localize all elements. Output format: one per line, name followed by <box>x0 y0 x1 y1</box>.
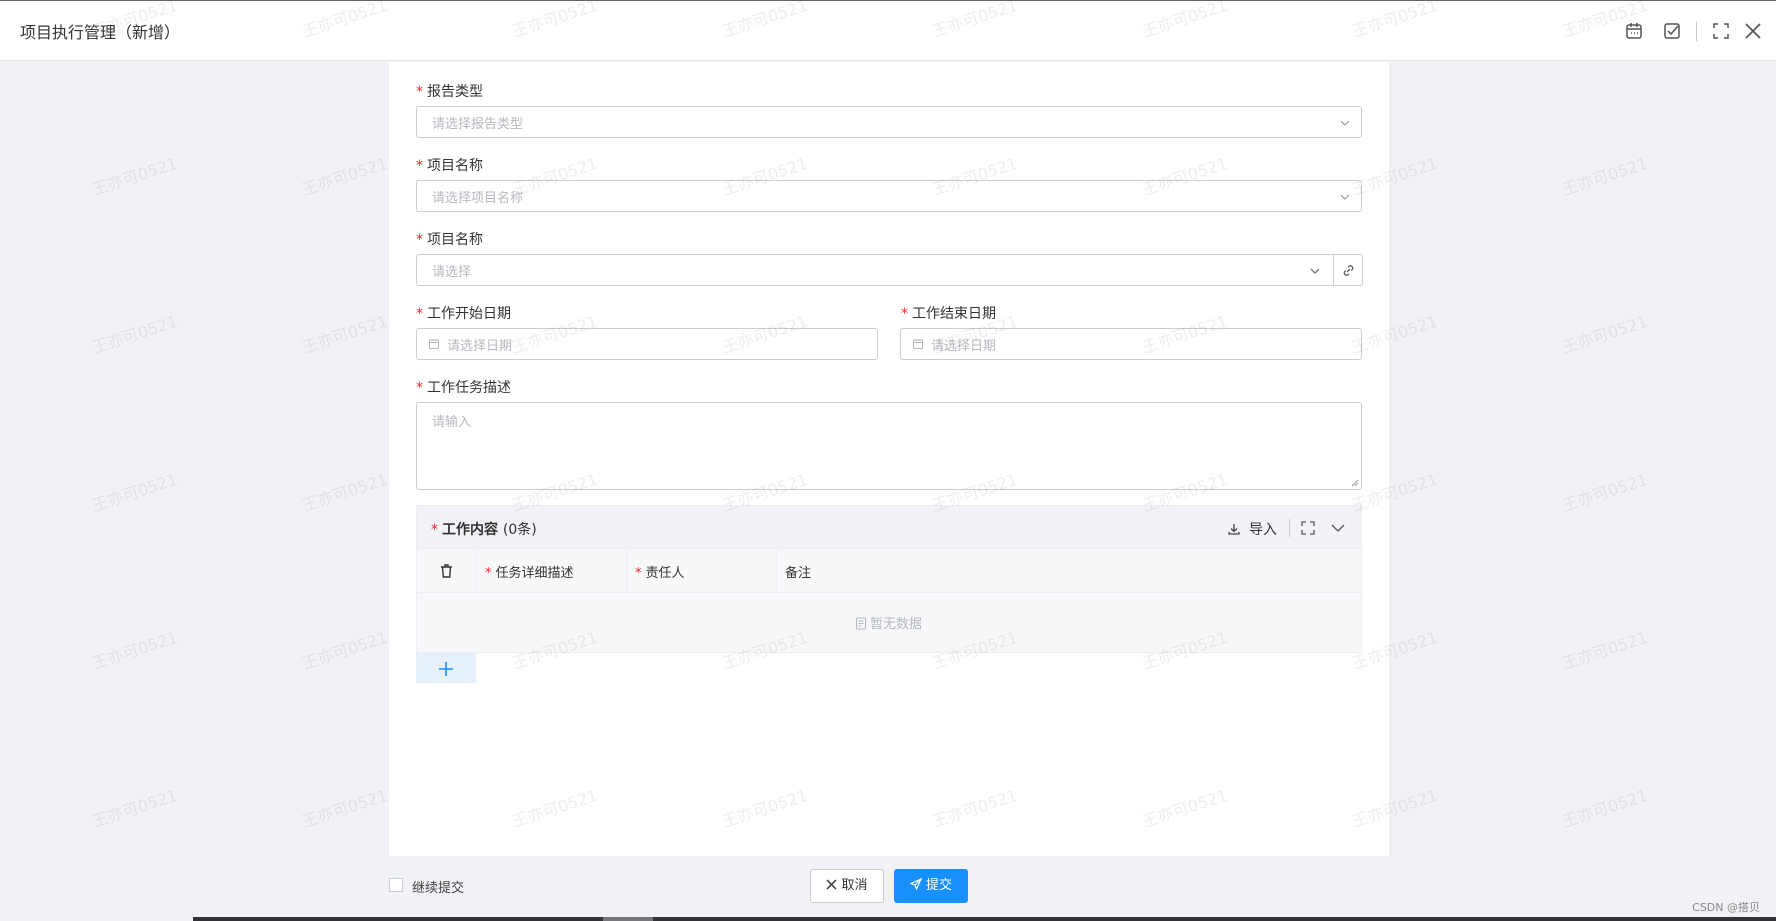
watermark-text: 王亦可0521 <box>299 469 390 516</box>
subtable-header: * 工作内容 (0条) 导入 <box>416 505 1362 549</box>
credit-text: CSDN @搭贝 <box>1692 901 1760 914</box>
form-panel: * 报告类型 请选择报告类型 * 项目名称 请选择项目名称 * 项目名称 请选择 * 工… <box>389 62 1389 856</box>
submit-button[interactable]: 提交 <box>894 869 968 903</box>
start-date-placeholder: 请选择日期 <box>447 339 513 354</box>
subtable-title: * 工作内容 (0条) <box>431 522 537 538</box>
plus-icon <box>439 662 453 676</box>
link-icon <box>1343 265 1354 276</box>
calendar-icon[interactable] <box>1622 19 1646 43</box>
chevron-down-icon <box>1310 268 1320 274</box>
close-icon <box>826 879 837 890</box>
project-name-label: * 项目名称 <box>416 158 483 174</box>
send-icon <box>909 877 923 891</box>
report-type-placeholder: 请选择报告类型 <box>432 117 524 132</box>
project-name-2-select[interactable]: 请选择 <box>416 254 1334 286</box>
chevron-down-icon[interactable] <box>1329 519 1347 537</box>
watermark-text: 王亦可0521 <box>89 469 180 516</box>
task-desc-placeholder: 请输入 <box>432 415 472 430</box>
scrollbar-thumb[interactable] <box>603 917 653 921</box>
watermark-text: 王亦可0521 <box>1559 311 1650 358</box>
column-owner: * 责任人 <box>627 549 777 593</box>
calendar-icon <box>913 339 923 349</box>
continue-submit-checkbox[interactable] <box>389 878 403 892</box>
link-button[interactable] <box>1334 254 1363 286</box>
watermark-text: 王亦可0521 <box>299 153 390 200</box>
task-desc-textarea[interactable]: 请输入 <box>416 402 1362 490</box>
add-row-button[interactable] <box>416 653 476 683</box>
horizontal-scrollbar[interactable] <box>193 917 1776 921</box>
watermark-text: 王亦可0521 <box>299 785 390 832</box>
task-desc-label: * 工作任务描述 <box>416 380 511 396</box>
end-date-label: * 工作结束日期 <box>901 306 996 322</box>
watermark-text: 王亦可0521 <box>1559 785 1650 832</box>
watermark-text: 王亦可0521 <box>1559 153 1650 200</box>
chevron-down-icon <box>1340 194 1350 200</box>
check-box-icon[interactable] <box>1660 19 1684 43</box>
continue-submit-label: 继续提交 <box>412 881 465 896</box>
document-icon <box>856 617 866 630</box>
chevron-down-icon <box>1340 120 1350 126</box>
subtable-count: (0条) <box>502 522 537 538</box>
watermark-text: 王亦可0521 <box>1559 469 1650 516</box>
start-date-label: * 工作开始日期 <box>416 306 511 322</box>
calendar-icon <box>429 339 439 349</box>
dialog-title: 项目执行管理（新增） <box>20 23 181 42</box>
delete-column <box>417 549 477 593</box>
watermark-text: 王亦可0521 <box>89 311 180 358</box>
watermark-text: 王亦可0521 <box>89 785 180 832</box>
project-name-2-placeholder: 请选择 <box>432 265 472 280</box>
fullscreen-icon[interactable] <box>1709 19 1733 43</box>
empty-state: 暂无数据 <box>416 593 1362 653</box>
resize-grip-icon[interactable] <box>1350 478 1359 487</box>
dialog-header: 项目执行管理（新增） <box>0 1 1776 61</box>
download-icon <box>1228 524 1240 535</box>
subtable-divider <box>1289 519 1290 537</box>
trash-icon[interactable] <box>439 563 454 579</box>
subtable-columns: * 任务详细描述 * 责任人 备注 <box>416 549 1362 593</box>
watermark-text: 王亦可0521 <box>89 153 180 200</box>
watermark-text: 王亦可0521 <box>89 627 180 674</box>
close-icon[interactable] <box>1741 19 1765 43</box>
watermark-text: 王亦可0521 <box>1559 627 1650 674</box>
project-name-select[interactable]: 请选择项目名称 <box>416 180 1362 212</box>
fullscreen-icon[interactable] <box>1299 519 1317 537</box>
empty-text: 暂无数据 <box>870 617 923 632</box>
start-date-picker[interactable]: 请选择日期 <box>416 328 878 360</box>
end-date-picker[interactable]: 请选择日期 <box>900 328 1362 360</box>
cancel-button[interactable]: 取消 <box>810 869 884 903</box>
project-name-2-label: * 项目名称 <box>416 232 483 248</box>
import-button[interactable]: 导入 <box>1227 519 1277 539</box>
watermark-text: 王亦可0521 <box>299 627 390 674</box>
report-type-select[interactable]: 请选择报告类型 <box>416 106 1362 138</box>
work-content-subtable: * 工作内容 (0条) 导入 * 任务详细描述 * 责任人 备注 暂无数据 <box>416 505 1362 683</box>
report-type-label: * 报告类型 <box>416 84 483 100</box>
header-divider <box>1696 21 1697 41</box>
end-date-placeholder: 请选择日期 <box>931 339 997 354</box>
column-task-detail: * 任务详细描述 <box>477 549 627 593</box>
project-name-placeholder: 请选择项目名称 <box>432 191 524 206</box>
column-remark: 备注 <box>785 566 812 581</box>
watermark-text: 王亦可0521 <box>299 311 390 358</box>
